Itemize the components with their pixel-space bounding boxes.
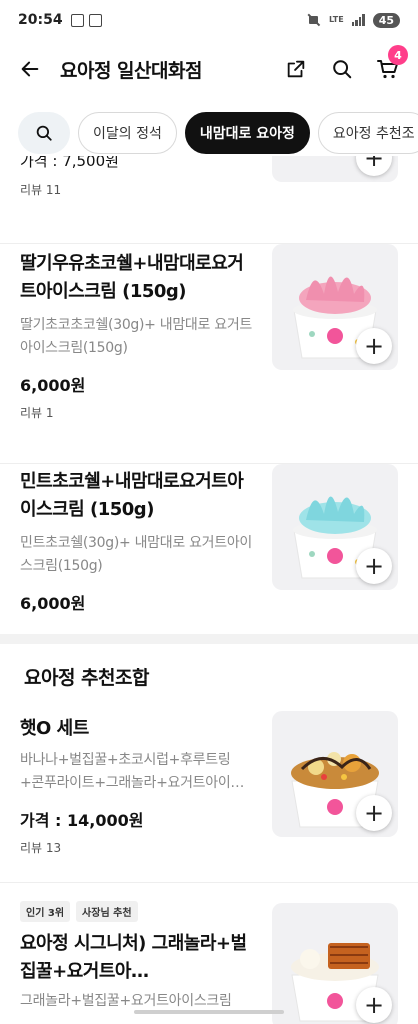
- calendar-icon: [88, 13, 102, 27]
- menu-item[interactable]: 햇O 세트 바나나+벌집꿀+초코시럽+후루트링 +콘푸라이트+그래놀라+요거트아…: [0, 711, 418, 883]
- item-name: 햇O 세트: [20, 718, 89, 739]
- item-description: 딸기초코초코쉘(30g)+ 내맘대로 요거트아이스크림(150g): [20, 317, 252, 356]
- item-price: 6,000원: [20, 594, 86, 613]
- add-to-cart-button[interactable]: +: [356, 328, 392, 364]
- item-image: +: [272, 156, 398, 182]
- cart-count-badge: 4: [388, 45, 408, 65]
- item-description: 바나나+벌집꿀+초코시럽+후루트링 +콘푸라이트+그래놀라+요거트아이…: [20, 752, 245, 791]
- add-to-cart-button[interactable]: +: [356, 987, 392, 1023]
- screenshot-icon: [70, 13, 84, 27]
- item-price: 가격 : 7,500원: [20, 156, 119, 170]
- menu-list: 가격 : 7,500원 리뷰 11 + 딸기우유초코쉘+내맘대로요거트아이스크림…: [0, 156, 418, 1024]
- mute-icon: [307, 13, 321, 27]
- tab-search-button[interactable]: [18, 112, 70, 154]
- tab-recommended[interactable]: 요아정 추천조: [317, 112, 418, 154]
- item-review-count: 리뷰 1: [20, 406, 54, 420]
- item-description: 민트초코쉘(30g)+ 내맘대로 요거트아이스크림(150g): [20, 535, 252, 574]
- page-title: 요아정 일산대화점: [60, 59, 202, 82]
- item-name: 요아정 시그니처) 그래놀라+벌집꿀+요거트아…: [20, 933, 247, 982]
- item-image: +: [272, 711, 398, 837]
- item-price: 가격 : 14,000원: [20, 811, 144, 830]
- item-image: +: [272, 464, 398, 590]
- item-name: 민트초코쉘+내맘대로요거트아이스크림 (150g): [20, 471, 244, 520]
- share-icon[interactable]: [284, 57, 308, 81]
- status-time: 20:54: [18, 12, 63, 28]
- item-tags: 인기 3위 사장님 추천: [20, 901, 256, 922]
- menu-item[interactable]: 민트초코쉘+내맘대로요거트아이스크림 (150g) 민트초코쉘(30g)+ 내맘…: [0, 464, 418, 636]
- section-title: 요아정 추천조합: [24, 667, 149, 689]
- item-image: +: [272, 244, 398, 370]
- tab-custom-yoajung[interactable]: 내맘대로 요아정: [184, 112, 310, 154]
- cart-button[interactable]: 4: [376, 45, 408, 81]
- notification-icons: [70, 13, 102, 27]
- search-icon[interactable]: [330, 57, 354, 81]
- tab-monthly[interactable]: 이달의 정석: [78, 112, 177, 154]
- item-review-count: 리뷰 13: [20, 841, 62, 855]
- menu-item[interactable]: 딸기우유초코쉘+내맘대로요거트아이스크림 (150g) 딸기초코초코쉘(30g)…: [0, 244, 418, 464]
- search-icon: [36, 125, 52, 141]
- network-type: LTE: [328, 15, 344, 24]
- menu-item[interactable]: 가격 : 7,500원 리뷰 11 +: [0, 156, 418, 244]
- add-to-cart-button[interactable]: +: [356, 156, 392, 176]
- signal-icon: [351, 14, 365, 26]
- add-to-cart-button[interactable]: +: [356, 548, 392, 584]
- owner-pick-badge: 사장님 추천: [76, 901, 138, 922]
- popular-rank-badge: 인기 3위: [20, 901, 71, 922]
- item-name: 딸기우유초코쉘+내맘대로요거트아이스크림 (150g): [20, 253, 244, 302]
- menu-item[interactable]: 인기 3위 사장님 추천 요아정 시그니처) 그래놀라+벌집꿀+요거트아… 그래…: [0, 901, 418, 1024]
- battery-level: 45: [372, 12, 400, 28]
- status-bar: 20:54 LTE 45: [0, 0, 418, 40]
- item-price: 6,000원: [20, 376, 86, 395]
- item-review-count: 리뷰 11: [20, 183, 62, 197]
- back-arrow-icon[interactable]: [18, 57, 42, 81]
- add-to-cart-button[interactable]: +: [356, 795, 392, 831]
- section-divider: [0, 634, 418, 644]
- item-image: +: [272, 903, 398, 1024]
- app-header: 요아정 일산대화점 4: [0, 40, 418, 98]
- home-indicator[interactable]: [134, 1010, 284, 1014]
- category-tabs: 이달의 정석 내맘대로 요아정 요아정 추천조: [18, 112, 418, 154]
